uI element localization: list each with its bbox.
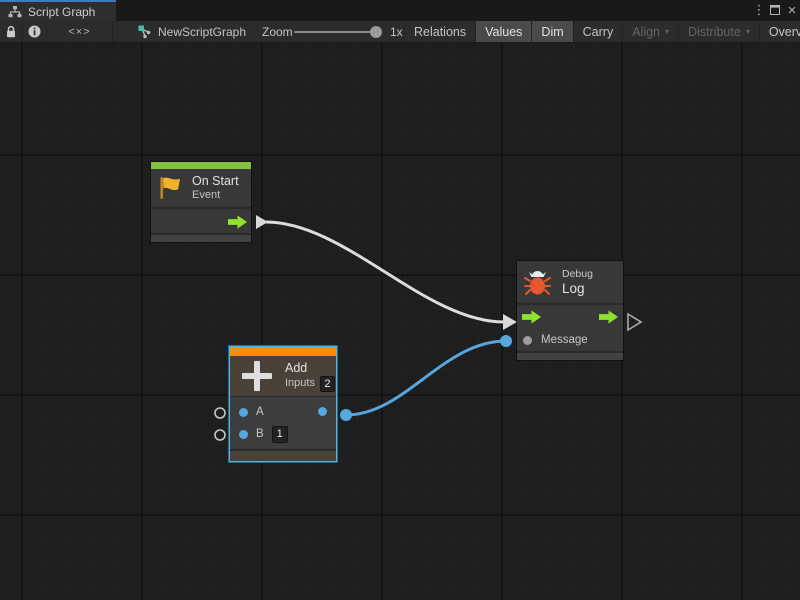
output-port-sum[interactable] [318,407,327,416]
port-row-a: A [230,401,336,423]
node-on-start-event[interactable]: On Start Event [151,162,251,242]
chevron-down-icon: ▾ [665,28,669,36]
flag-icon [157,175,184,201]
overview-button[interactable]: Overview [760,21,800,42]
graph-canvas[interactable] [0,43,800,600]
toolbar-toggle-group: Relations Values Dim Carry Align ▾ Distr… [404,21,800,42]
node-footer [151,233,251,242]
code-icon: <×> [68,26,90,38]
lock-icon [5,25,17,38]
distribute-dropdown[interactable]: Distribute ▾ [679,21,760,42]
flow-output-arrow-icon[interactable] [228,215,247,229]
zoom-slider-handle[interactable] [370,26,382,38]
tab-label: Script Graph [28,5,95,19]
input-port-b[interactable] [239,430,248,439]
info-icon [28,25,41,38]
node-title: Log [562,281,593,296]
graph-toolbar: <×> NewScriptGraph Zoom 1x Relations Val… [0,21,800,43]
info-button[interactable] [23,21,47,42]
port-row-b: B 1 [230,423,336,445]
tab-bar: Script Graph ⋮ × [0,0,800,21]
flow-output-arrow-icon[interactable] [599,310,618,324]
math-color-strip [230,347,336,356]
tab-script-graph[interactable]: Script Graph [0,0,116,21]
port-label-b: B [256,428,264,440]
plus-icon [242,361,272,391]
flow-ports-row [517,303,623,329]
relations-button[interactable]: Relations [404,21,476,42]
graph-name-breadcrumb[interactable]: NewScriptGraph [138,21,246,42]
node-subtitle: Event [192,189,239,202]
zoom-value: 1x [390,25,403,39]
node-footer [517,351,623,360]
graph-name-label: NewScriptGraph [158,25,246,39]
node-footer [230,449,336,461]
node-header[interactable]: Debug Log [517,261,623,303]
flow-input-arrow-icon[interactable] [522,310,541,324]
node-subtitle: Inputs [285,377,315,390]
kebab-menu-icon: ⋮ [753,2,766,18]
bug-icon [524,268,551,296]
maximize-button[interactable] [767,2,783,18]
lock-button[interactable] [0,21,23,42]
close-button[interactable]: × [784,2,800,18]
node-header[interactable]: Add Inputs 2 [230,356,336,396]
values-button[interactable]: Values [476,21,532,42]
node-add[interactable]: Add Inputs 2 A B 1 [230,347,336,461]
script-graph-asset-icon [138,25,152,39]
dim-button[interactable]: Dim [532,21,573,42]
zoom-label: Zoom [262,25,293,39]
chevron-down-icon: ▾ [746,28,750,36]
node-title: On Start [192,174,239,189]
node-header[interactable]: On Start Event [151,169,251,207]
b-value-field[interactable]: 1 [272,426,288,443]
node-debug-log[interactable]: Debug Log Message [517,261,623,360]
node-surtitle: Debug [562,268,593,281]
code-view-button[interactable]: <×> [47,21,113,42]
node-title: Add [285,361,335,376]
input-port-a[interactable] [239,408,248,417]
align-dropdown[interactable]: Align ▾ [623,21,679,42]
node-body: A B 1 [230,396,336,449]
port-label-a: A [256,406,264,418]
zoom-slider[interactable] [294,31,382,33]
message-port-row: Message [517,329,623,351]
carry-button[interactable]: Carry [574,21,624,42]
inputs-count-field[interactable]: 2 [320,376,335,392]
close-icon: × [788,2,797,19]
event-color-strip [151,162,251,169]
maximize-icon [770,5,780,15]
message-input-port[interactable] [523,336,532,345]
script-graph-window: Script Graph ⋮ × [0,0,800,600]
graph-hierarchy-icon [8,6,22,18]
node-body [151,207,251,233]
port-label-message: Message [541,334,588,346]
window-menu-button[interactable]: ⋮ [751,2,767,18]
